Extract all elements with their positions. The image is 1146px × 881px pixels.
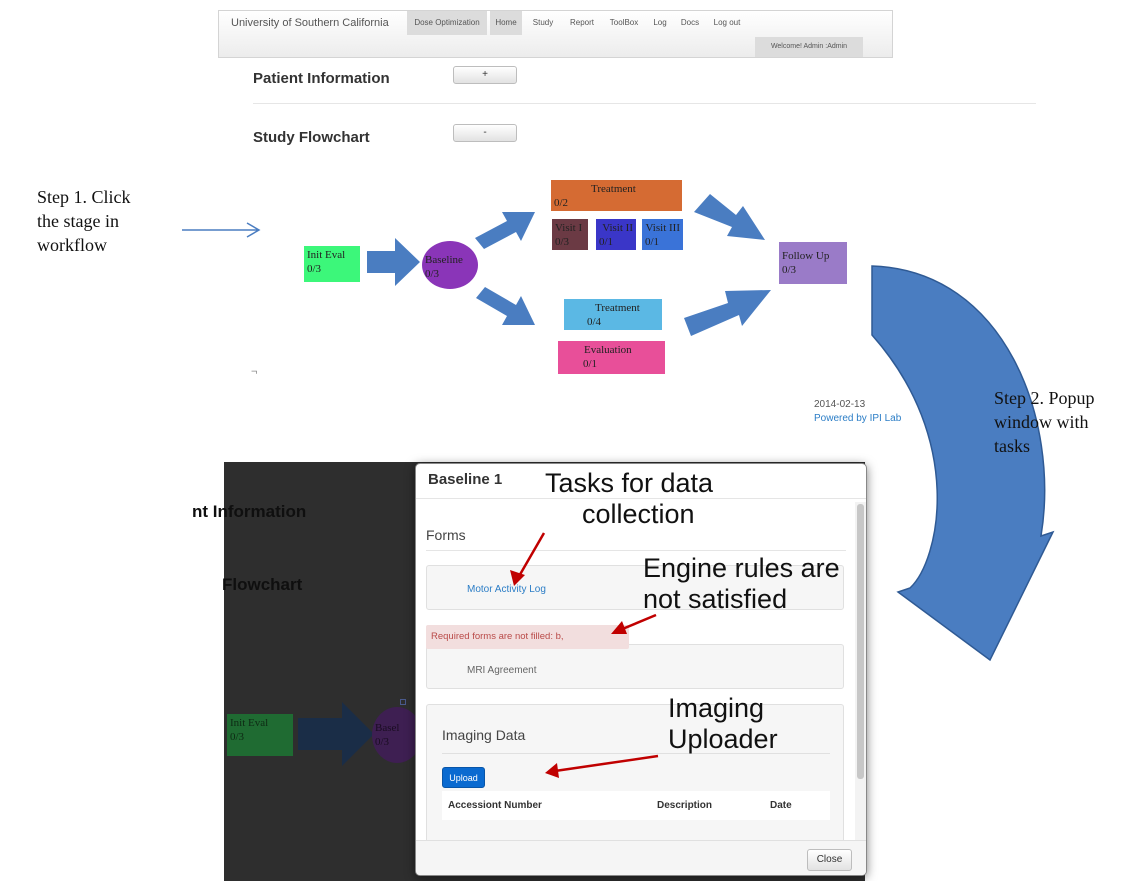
imaging-line-1: Imaging [668, 693, 765, 723]
step2-curved-arrow [871, 265, 1055, 662]
tasks-annotation: Tasks for data collection [545, 468, 713, 530]
tasks-pointer-line [516, 532, 546, 579]
step2-line-1: Step 2. Popup [994, 388, 1095, 408]
tasks-line-2: collection [582, 499, 695, 529]
step2-annotation: Step 2. Popup window with tasks [994, 386, 1095, 458]
annotation-overlay [510, 265, 1055, 778]
step2-line-2: window with [994, 412, 1089, 432]
engine-line-1: Engine rules are [643, 553, 840, 583]
imaging-pointer-line [554, 754, 659, 773]
step2-line-3: tasks [994, 436, 1030, 456]
engine-annotation: Engine rules are not satisfied [643, 553, 840, 615]
imaging-pointer-head [545, 763, 559, 778]
tasks-line-1: Tasks for data [545, 468, 714, 498]
imaging-line-2: Uploader [668, 724, 778, 754]
tasks-pointer-head [510, 570, 525, 586]
engine-pointer-line [619, 613, 657, 632]
imaging-annotation: Imaging Uploader [668, 693, 778, 755]
engine-line-2: not satisfied [643, 584, 788, 614]
